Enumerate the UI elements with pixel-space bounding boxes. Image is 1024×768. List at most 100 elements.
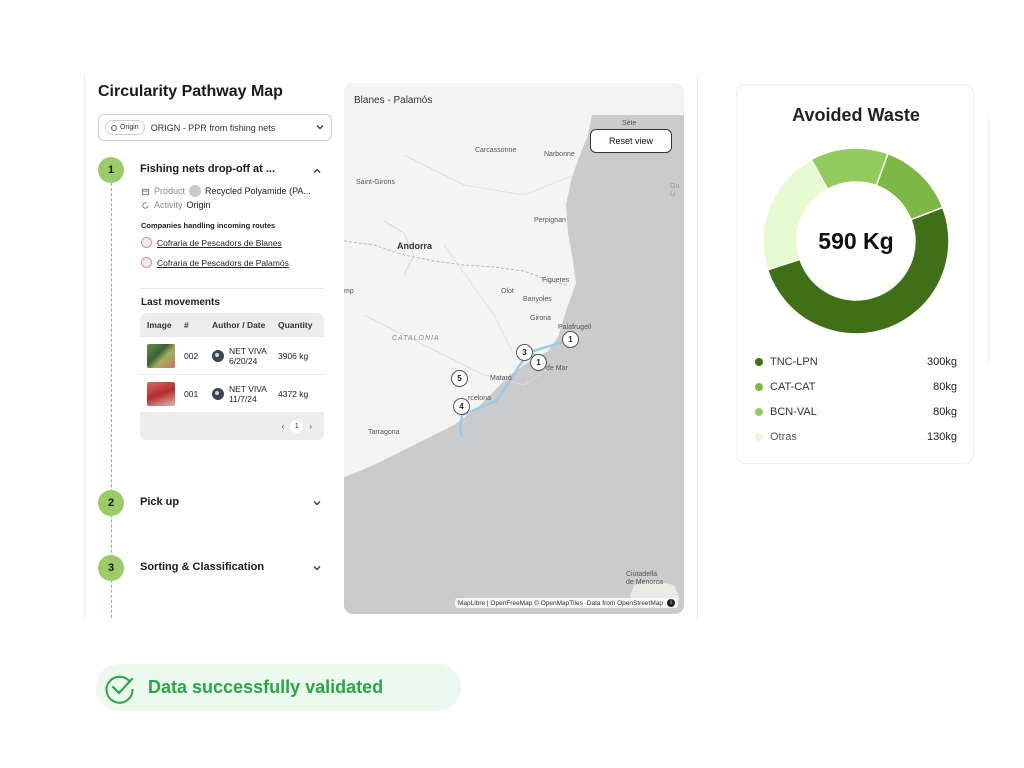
road-line: [443, 244, 515, 356]
activity-value: Origin: [186, 200, 211, 210]
step-2-title[interactable]: Pick up: [140, 496, 179, 508]
map-label-edge: mp: [344, 288, 354, 295]
legend-item-tnc: TNC-LPN 300kg: [755, 356, 957, 368]
map-label-de-mar: de Mar: [546, 365, 568, 372]
map-label-tarragona: Tarragona: [368, 429, 400, 436]
step-3-badge: 3: [98, 555, 124, 581]
divider: [141, 288, 323, 289]
chevron-down-icon[interactable]: [312, 498, 322, 508]
reset-view-button[interactable]: Reset view: [590, 129, 672, 153]
origin-select-value: ORIGN - PPR from fishing nets: [150, 122, 276, 133]
map-label-figueres: Figueres: [542, 277, 570, 284]
origin-pill-label: Origin: [120, 124, 139, 131]
legend-item-otras: Otras 130kg: [755, 431, 957, 443]
map-label-carcassonne: Carcassonne: [475, 147, 517, 154]
company-link-palamos[interactable]: Cofraria de Pescadors de Palamós: [141, 257, 289, 268]
step-3-title[interactable]: Sorting & Classification: [140, 561, 264, 573]
product-label: Product: [154, 186, 186, 196]
table-header: Image # Author / Date Quantity: [140, 313, 324, 337]
chevron-down-icon: [316, 125, 324, 130]
sea-area: [344, 115, 684, 614]
map-marker-5[interactable]: 5: [451, 370, 468, 387]
header-quantity: Quantity: [278, 320, 313, 330]
legend-dot: [755, 433, 763, 441]
table-row[interactable]: 001 NET VIVA 11/7/24 4372 kg: [140, 375, 324, 413]
companies-title: Companies handling incoming routes: [141, 221, 276, 230]
step-1-badge: 1: [98, 157, 124, 183]
row-num: 002: [184, 350, 199, 361]
next-page-icon[interactable]: ›: [309, 422, 312, 431]
info-icon[interactable]: i: [667, 599, 675, 607]
pathway-panel: Circularity Pathway Map Origin ORIGN - P…: [84, 74, 334, 620]
table-row[interactable]: 002 NET VIVA 6/20/24 3906 kg: [140, 337, 324, 375]
company-link-blanes[interactable]: Cofraria de Pescadors de Blanes: [141, 237, 282, 248]
validation-text: Data successfully validated: [148, 677, 384, 697]
edge-divider: [988, 118, 989, 364]
movements-title: Last movements: [141, 297, 220, 308]
company-name: Cofraria de Pescadors de Blanes: [157, 237, 282, 248]
activity-label: Activity: [154, 200, 183, 210]
page-number[interactable]: 1: [290, 420, 304, 433]
row-author: NET VIVA: [229, 383, 267, 394]
product-row: Product Recycled Polyamide (PA...: [141, 185, 311, 197]
avatar: [212, 349, 224, 362]
map-marker-1b[interactable]: 1: [530, 354, 547, 371]
map-label-catalonia: CATALONIA: [392, 335, 440, 342]
map-label-mataro: Mataró: [490, 375, 512, 382]
validation-banner: Data successfully validated: [96, 664, 461, 711]
map-marker-1[interactable]: 1: [562, 331, 579, 348]
legend-value: 300kg: [927, 356, 957, 368]
avatar: [212, 387, 224, 400]
attribution-right[interactable]: Data from OpenStreetMap: [587, 600, 663, 607]
row-num: 001: [184, 388, 199, 399]
origin-pill: Origin: [105, 120, 145, 135]
legend-value: 80kg: [933, 406, 957, 418]
origin-select[interactable]: Origin ORIGN - PPR from fishing nets: [98, 114, 332, 141]
map-attribution: MapLibre | OpenFreeMap © OpenMapTiles Da…: [455, 598, 678, 608]
legend-name: CAT-CAT: [770, 381, 816, 393]
legend-value: 130kg: [927, 431, 957, 443]
row-author: NET VIVA: [229, 345, 267, 356]
map-label-barcelona: rcelona: [468, 395, 491, 402]
prev-page-icon[interactable]: ‹: [282, 422, 285, 431]
company-name: Cofraria de Pescadors de Palamós: [157, 257, 289, 268]
net-photo-thumbnail[interactable]: [147, 381, 175, 406]
pagination: ‹ 1 ›: [140, 413, 324, 440]
map-label-girona: Girona: [530, 315, 552, 322]
origin-dot-icon: [111, 124, 117, 131]
map-terrain: [344, 115, 684, 614]
row-quantity: 4372 kg: [278, 388, 309, 399]
map-label-saint-girons: Saint-Girons: [356, 179, 395, 186]
header-author: Author / Date: [212, 320, 266, 330]
legend-item-cat: CAT-CAT 80kg: [755, 381, 957, 393]
header-num: #: [184, 320, 189, 330]
refresh-icon: [142, 201, 149, 209]
map-label-ciutadella: Ciutadella de Menorca: [626, 571, 663, 586]
map-label-andorra: Andorra: [397, 241, 433, 251]
map-marker-4[interactable]: 4: [453, 398, 470, 415]
row-quantity: 3906 kg: [278, 350, 309, 361]
column-separator: [697, 74, 698, 620]
legend-name: TNC-LPN: [770, 356, 818, 368]
chevron-up-icon[interactable]: [312, 166, 322, 176]
step-1-title[interactable]: Fishing nets drop-off at ...: [140, 163, 275, 175]
chevron-down-icon[interactable]: [312, 563, 322, 573]
map-title: Blanes - Palamós: [354, 95, 433, 106]
legend-dot: [755, 358, 763, 366]
legend-dot: [755, 408, 763, 416]
legend-value: 80kg: [933, 381, 957, 393]
road-line: [403, 154, 575, 196]
box-icon: [141, 188, 150, 195]
waste-title: Avoided Waste: [792, 105, 920, 125]
map-canvas[interactable]: Sète Carcassonne Narbonne Saint-Girons P…: [344, 115, 684, 614]
net-photo-thumbnail[interactable]: [147, 343, 175, 368]
step-2-badge: 2: [98, 490, 124, 516]
map-label-gulf: Gu Li: [670, 183, 680, 198]
legend-name: BCN-VAL: [770, 406, 817, 418]
page-title: Circularity Pathway Map: [98, 83, 283, 100]
donut-total: 590 Kg: [818, 227, 894, 254]
attribution-left[interactable]: MapLibre | OpenFreeMap © OpenMapTiles: [458, 600, 583, 607]
map-card: Blanes - Palamós Sète Carcassonne Narbon…: [344, 83, 684, 614]
activity-row: Activity Origin: [141, 200, 211, 210]
timeline-line: [111, 178, 112, 620]
